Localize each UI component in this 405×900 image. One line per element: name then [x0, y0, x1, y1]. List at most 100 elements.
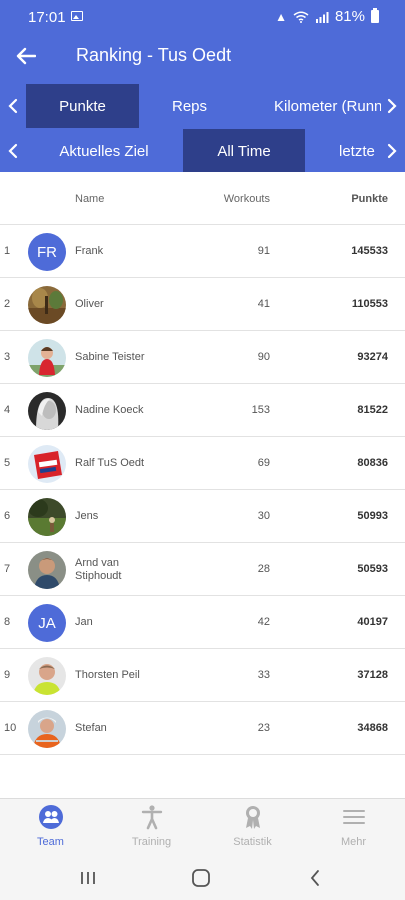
avatar-photo — [28, 392, 66, 430]
table-row[interactable]: 6 Jens 30 50993 — [0, 490, 405, 543]
table-row[interactable]: 4 Nadine Koeck 153 81522 — [0, 384, 405, 437]
avatar-photo — [28, 339, 66, 377]
table-header: Name Workouts Punkte — [0, 172, 405, 225]
period-tabs: Aktuelles Ziel All Time letzte — [0, 129, 405, 173]
tab-letzte[interactable]: letzte — [330, 129, 380, 173]
rank: 6 — [4, 510, 11, 522]
rank: 7 — [4, 563, 11, 575]
rank: 10 — [4, 722, 17, 734]
chevron-left-icon — [8, 98, 18, 114]
training-icon — [139, 804, 165, 830]
battery-percent: 81% — [334, 8, 365, 25]
recent-apps-button[interactable] — [68, 862, 108, 894]
home-button[interactable] — [181, 862, 221, 894]
home-icon — [192, 869, 210, 887]
nav-mehr-label: Mehr — [340, 836, 367, 848]
tab-all-time[interactable]: All Time — [183, 129, 305, 173]
menu-icon — [341, 804, 367, 830]
rank: 8 — [4, 616, 11, 628]
tab-aktuelles-ziel[interactable]: Aktuelles Ziel — [48, 129, 160, 173]
workout-count: 42 — [257, 616, 270, 628]
rank: 2 — [4, 298, 11, 310]
nav-training-label: Training — [131, 836, 172, 848]
signal-icon — [315, 11, 329, 23]
workout-count: 69 — [257, 457, 270, 469]
avatar-photo — [28, 445, 66, 483]
workout-count: 33 — [257, 669, 270, 681]
player-name: Oliver — [75, 298, 104, 310]
period-tabs-next[interactable] — [379, 129, 405, 173]
points: 80836 — [357, 457, 388, 469]
chevron-left-icon — [310, 870, 319, 886]
nav-statistik[interactable]: Statistik — [202, 799, 303, 857]
avatar — [28, 710, 66, 748]
player-name: Frank — [75, 245, 104, 257]
table-row[interactable]: 5 Ralf TuS Oedt 69 80836 — [0, 437, 405, 490]
table-row[interactable]: 1 FR Frank 91 145533 — [0, 225, 405, 278]
table-row[interactable]: 8 JA Jan 42 40197 — [0, 596, 405, 649]
period-tabs-prev[interactable] — [0, 129, 26, 173]
avatar: FR — [28, 233, 66, 271]
rank: 4 — [4, 404, 11, 416]
player-name: Arnd van Stiphoudt — [75, 557, 122, 582]
avatar-photo — [28, 710, 66, 748]
nav-team-label: Team — [37, 836, 64, 848]
avatar-photo — [28, 657, 66, 695]
metric-tabs-prev[interactable] — [0, 84, 26, 128]
points: 93274 — [357, 351, 388, 363]
player-name: Jan — [75, 616, 93, 628]
avatar — [28, 286, 66, 324]
tab-kilometer[interactable]: Kilometer (Runn — [264, 84, 381, 128]
avatar-photo — [28, 551, 66, 589]
avatar-initials: JA — [38, 614, 56, 632]
column-header-points[interactable]: Punkte — [351, 193, 388, 205]
workout-count: 91 — [257, 245, 270, 257]
metric-tabs: Punkte Reps Kilometer (Runn — [0, 84, 405, 128]
points: 40197 — [357, 616, 388, 628]
alarm-icon: ▲ — [275, 9, 287, 24]
player-name: Nadine Koeck — [75, 404, 144, 416]
avatar-photo — [28, 498, 66, 536]
table-row[interactable]: 2 Oliver 41 110553 — [0, 278, 405, 331]
avatar — [28, 498, 66, 536]
table-row[interactable]: 7 Arnd van Stiphoudt 28 50593 — [0, 543, 405, 596]
workout-count: 90 — [257, 351, 270, 363]
system-navigation-bar — [0, 856, 405, 900]
page-title: Ranking - Tus Oedt — [76, 45, 232, 65]
rank: 9 — [4, 669, 11, 681]
workout-count: 153 — [251, 404, 270, 416]
avatar — [28, 392, 66, 430]
tab-reps[interactable]: Reps — [139, 84, 240, 128]
nav-training[interactable]: Training — [101, 799, 202, 857]
system-back-button[interactable] — [295, 862, 335, 894]
workout-count: 30 — [257, 510, 270, 522]
rank: 5 — [4, 457, 11, 469]
table-row[interactable]: 3 Sabine Teister 90 93274 — [0, 331, 405, 384]
team-icon — [38, 804, 64, 830]
table-row[interactable]: 9 Thorsten Peil 33 37128 — [0, 649, 405, 702]
player-name: Ralf TuS Oedt — [75, 457, 145, 469]
player-name: Thorsten Peil — [75, 669, 140, 681]
nav-team[interactable]: Team — [0, 799, 101, 857]
points: 50993 — [357, 510, 388, 522]
status-time: 17:01 — [28, 9, 66, 26]
nav-statistik-label: Statistik — [233, 836, 272, 848]
back-button[interactable] — [10, 40, 42, 72]
avatar — [28, 551, 66, 589]
workout-count: 41 — [257, 298, 270, 310]
avatar-initials: FR — [37, 243, 57, 261]
points: 145533 — [351, 245, 388, 257]
ranking-table: Name Workouts Punkte 1 FR Frank 91 14553… — [0, 172, 405, 798]
avatar — [28, 339, 66, 377]
bottom-navigation: Team Training Statistik Mehr — [0, 798, 405, 856]
avatar — [28, 657, 66, 695]
points: 50593 — [357, 563, 388, 575]
tab-punkte[interactable]: Punkte — [26, 84, 139, 128]
player-name: Sabine Teister — [75, 351, 145, 363]
metric-tabs-next[interactable] — [379, 84, 405, 128]
wifi-icon — [293, 11, 309, 23]
battery-icon — [371, 8, 379, 23]
table-row[interactable]: 10 Stefan 23 34868 — [0, 702, 405, 755]
nav-mehr[interactable]: Mehr — [303, 799, 404, 857]
player-name: Jens — [75, 510, 99, 522]
